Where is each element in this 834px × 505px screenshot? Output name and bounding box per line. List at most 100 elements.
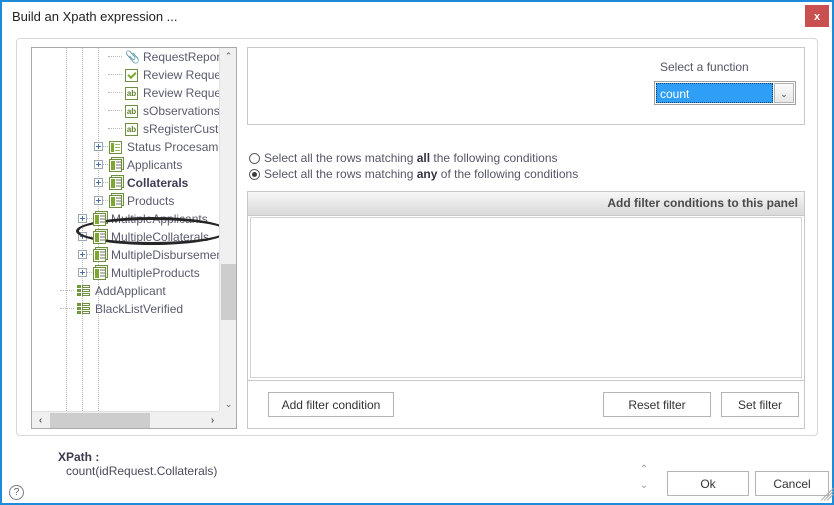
grid-icon [109,177,122,190]
tree-item[interactable]: ab sRegisterCustomer [32,120,221,138]
tree-item-label: Products [127,194,175,208]
xpath-label: XPath : [58,450,100,464]
radio-all-indicator[interactable] [249,153,260,164]
spinner-down-icon[interactable]: ⌄ [635,478,653,494]
content-group: 📎RequestReport Review Request ab Review Req… [16,38,818,436]
tree-item-label: Status Procesamient [127,140,221,154]
tree-item[interactable]: ab Review Request Com [32,84,221,102]
set-filter-button[interactable]: Set filter [721,392,799,417]
tree-connector [103,146,108,148]
window-title: Build an Xpath expression ... [12,9,178,24]
function-dropdown-value[interactable]: count [656,83,773,103]
expand-icon[interactable] [78,232,87,241]
tree-item-label: Collaterals [127,176,189,190]
xpath-value: count(idRequest.Collaterals) [66,464,218,478]
tree-vertical-scrollbar[interactable]: ⌃ ⌄ [219,48,236,413]
expand-icon[interactable] [94,196,103,205]
vertical-scroll-thumb[interactable] [221,264,236,320]
expand-icon[interactable] [78,214,87,223]
paperclip-icon: 📎 [125,50,140,64]
tree-item[interactable]: Applicants [32,156,221,174]
tree-item[interactable]: ab sObservationsInspec [32,102,221,120]
filter-panel: Add filter conditions to this panel Add … [247,191,805,429]
tree-item[interactable]: MultipleDisbursements [32,246,221,264]
radio-any-emphasis: any [416,167,438,181]
scroll-left-icon[interactable]: ‹ [32,412,49,428]
grid-icon [93,249,106,262]
expand-icon[interactable] [94,178,103,187]
tree-connector [60,290,74,292]
rows-icon [77,303,90,315]
expand-icon[interactable] [78,250,87,259]
tree-item[interactable]: Status Procesamient [32,138,221,156]
add-filter-condition-button[interactable]: Add filter condition [268,392,394,417]
tree-item[interactable]: Review Request [32,66,221,84]
spinner-control[interactable]: ⌃ ⌄ [635,462,653,494]
tree-item-label: MultipleProducts [111,266,200,280]
tree-item-label: BlackListVerified [95,302,184,316]
tree-item-label: RequestReport [143,50,221,64]
radio-match-any[interactable]: Select all the rows matching any of the … [249,167,578,181]
grid-icon [109,195,122,208]
tree-connector [87,236,92,238]
filter-panel-footer: Add filter condition Reset filter Set fi… [248,380,804,429]
resize-grip[interactable] [818,487,834,501]
radio-any-indicator[interactable] [249,169,260,180]
tree-connector [108,128,122,130]
chevron-down-icon[interactable]: ⌄ [774,83,794,103]
right-panel: Select a function count ⌄ Select all the… [247,47,805,429]
tree-item[interactable]: 📎 RequestReport [32,48,221,66]
expand-icon[interactable] [94,142,103,151]
radio-any-prefix: Select all the rows matching [264,167,417,181]
tree-connector [108,110,122,112]
reset-filter-button[interactable]: Reset filter [603,392,711,417]
tree-item-label: MultipleApplicants [111,212,208,226]
dialog-window: Build an Xpath expression ... x 📎 Request… [0,0,834,505]
filter-conditions-area[interactable] [250,217,802,378]
tree-item-label: Review Request Com [143,86,221,100]
tree-connector [108,74,122,76]
grid-icon [93,267,106,280]
radio-match-all[interactable]: Select all the rows matching all the fol… [249,151,558,165]
function-selector-box: Select a function count ⌄ [247,47,805,125]
horizontal-scroll-thumb[interactable] [50,413,150,428]
scroll-up-icon[interactable]: ⌃ [220,48,236,65]
tree-list[interactable]: 📎RequestReport Review Request ab Review Req… [32,48,221,413]
tree-item[interactable]: BlackListVerified [32,300,221,318]
radio-any-suffix: of the following conditions [437,167,579,181]
tree-connector [103,182,108,184]
tree-item[interactable]: MultipleCollaterals [32,228,221,246]
expand-icon[interactable] [78,268,87,277]
ab-text-icon: ab [125,87,138,100]
filter-panel-header-label: Add filter conditions to this panel [607,196,798,210]
tree-item-label: sObservationsInspec [143,104,221,118]
list-icon [109,141,122,154]
tree-connector [87,218,92,220]
help-icon[interactable]: ? [9,485,24,500]
grid-icon [93,231,106,244]
spinner-up-icon[interactable]: ⌃ [635,462,653,478]
radio-all-suffix: the following conditions [430,151,558,165]
tree-connector [108,56,122,58]
expand-icon[interactable] [94,160,103,169]
tree-item[interactable]: AddApplicant [32,282,221,300]
tree-connector [103,200,108,202]
close-icon[interactable]: x [805,5,829,27]
radio-all-emphasis: all [416,151,431,165]
tree-item[interactable]: Collaterals [32,174,221,192]
tree-item-label: sRegisterCustomer [143,122,221,136]
tree-panel[interactable]: 📎RequestReport Review Request ab Review Req… [31,47,237,429]
tree-connector [87,254,92,256]
tree-connector [108,92,122,94]
tree-item-label: MultipleDisbursements [111,248,221,262]
tree-item[interactable]: MultipleProducts [32,264,221,282]
ok-button[interactable]: Ok [667,471,749,496]
tree-item[interactable]: Products [32,192,221,210]
rows-icon [77,285,90,297]
tree-connector [60,308,74,310]
tree-horizontal-scrollbar[interactable]: ‹ › [32,411,221,428]
tree-item[interactable]: MultipleApplicants [32,210,221,228]
function-dropdown[interactable]: count ⌄ [654,81,796,105]
title-bar: Build an Xpath expression ... x [2,2,832,32]
filter-panel-header: Add filter conditions to this panel [248,192,804,216]
